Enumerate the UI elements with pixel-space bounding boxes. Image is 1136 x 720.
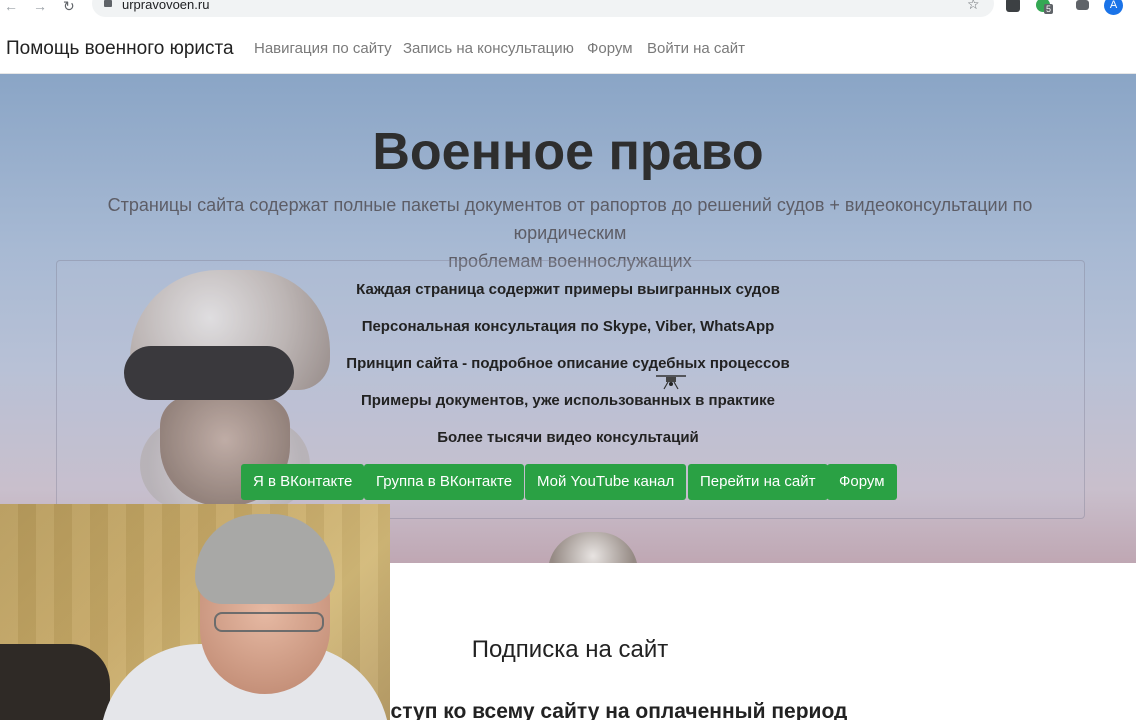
feature-item: Каждая страница содержит примеры выигран… [356,281,780,298]
lock-icon [104,0,112,7]
star-icon[interactable]: ☆ [967,0,980,13]
arrow-left-icon[interactable]: ← [4,0,18,13]
hero-title: Военное право [372,123,764,181]
reload-icon[interactable]: ↻ [63,0,75,13]
address-bar[interactable] [92,0,994,17]
url-text[interactable]: urpravovoen.ru [122,0,209,12]
nav-link-forum[interactable]: Форум [587,40,633,57]
drone-icon [656,375,686,390]
feature-item: Персональная консультация по Skype, Vibe… [361,318,775,335]
site-brand[interactable]: Помощь военного юриста [6,38,234,60]
nav-link-login[interactable]: Войти на сайт [647,40,745,57]
media-control-icon[interactable] [1076,0,1089,10]
arrow-right-icon[interactable]: → [33,0,47,13]
vk-profile-button[interactable]: Я в ВКонтакте [241,464,365,500]
feature-item: Примеры документов, уже использованных в… [360,392,775,409]
vk-group-button[interactable]: Группа в ВКонтакте [364,464,525,500]
soldier-helmet-photo [548,532,638,563]
avatar[interactable]: A [1104,0,1123,15]
subscription-subtitle: оступ ко всему сайту на оплаченный перио… [378,700,848,720]
forum-button[interactable]: Форум [827,464,897,500]
extension-icon[interactable] [1006,0,1020,12]
extension-badge-count: 5 [1044,4,1054,14]
youtube-channel-button[interactable]: Мой YouTube канал [525,464,687,500]
browser-toolbar: ← → ↻ urpravovoen.ru ☆ 5 A [0,0,1136,18]
nav-link-consultation[interactable]: Запись на консультацию [403,40,574,57]
webcam-overlay [0,504,390,720]
go-to-site-button[interactable]: Перейти на сайт [688,464,828,500]
hero-subtitle-line1: Страницы сайта содержат полные пакеты до… [107,195,1033,243]
feature-item: Более тысячи видео консультаций [437,429,699,446]
hero-banner: Военное право Страницы сайта содержат по… [0,74,1136,563]
feature-item: Принцип сайта - подробное описание судеб… [346,355,790,372]
nav-link-navigation[interactable]: Навигация по сайту [254,40,392,57]
site-navbar: Помощь военного юриста Навигация по сайт… [0,24,1136,74]
